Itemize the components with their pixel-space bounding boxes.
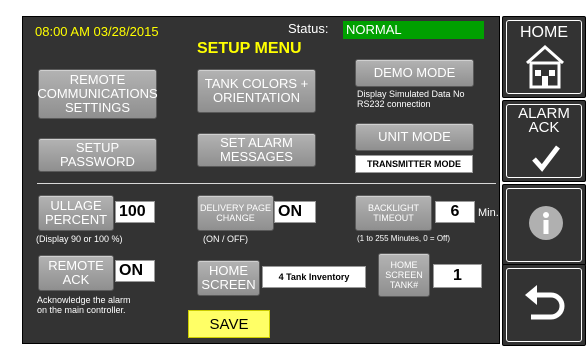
divider	[37, 183, 496, 184]
remote-communications-button[interactable]: REMOTE COMMUNICATIONS SETTINGS	[37, 69, 158, 119]
home-screen-tank-value[interactable]: 1	[433, 264, 482, 288]
save-button[interactable]: SAVE	[188, 310, 270, 338]
ullage-value[interactable]: 100	[115, 201, 155, 223]
back-arrow-icon	[525, 285, 565, 320]
set-alarm-messages-button[interactable]: SET ALARM MESSAGES	[197, 133, 316, 167]
unit-mode-value[interactable]: TRANSMITTER MODE	[355, 155, 473, 173]
tank-colors-button[interactable]: TANK COLORS + ORIENTATION	[197, 69, 316, 113]
unit-mode-button[interactable]: UNIT MODE	[355, 123, 474, 151]
checkmark-icon	[532, 145, 560, 172]
remote-ack-value[interactable]: ON	[115, 260, 155, 282]
page-title: SETUP MENU	[197, 40, 302, 57]
backlight-note: (1 to 255 Minutes, 0 = Off)	[357, 234, 451, 243]
minutes-unit: Min.	[478, 207, 499, 219]
back-button[interactable]	[502, 264, 586, 346]
delivery-value[interactable]: ON	[274, 201, 316, 223]
datetime: 08:00 AM 03/28/2015	[35, 24, 159, 39]
demo-mode-note: Display Simulated Data No RS232 connecti…	[357, 89, 465, 109]
status-label: Status:	[288, 21, 329, 36]
home-screen-value[interactable]: 4 Tank Inventory	[262, 266, 366, 288]
demo-mode-button[interactable]: DEMO MODE	[355, 59, 474, 87]
info-button[interactable]	[502, 184, 586, 266]
remote-ack-button[interactable]: REMOTE ACK	[38, 255, 114, 291]
alarm-ack-label: ALARM ACK	[518, 105, 570, 136]
delivery-note: (ON / OFF)	[203, 234, 248, 244]
remote-ack-note: Acknowledge the alarm on the main contro…	[37, 295, 131, 315]
setup-panel: 08:00 AM 03/28/2015 Status: NORMAL SETUP…	[22, 16, 500, 344]
home-screen-tank-button[interactable]: HOME SCREEN TANK#	[378, 253, 430, 297]
home-button[interactable]: HOME	[502, 16, 586, 98]
ullage-percent-button[interactable]: ULLAGE PERCENT	[38, 195, 114, 231]
home-label: HOME	[520, 24, 568, 41]
home-screen-button[interactable]: HOME SCREEN	[197, 260, 260, 296]
info-icon	[529, 206, 563, 240]
status-value: NORMAL	[343, 21, 484, 39]
ullage-note: (Display 90 or 100 %)	[36, 234, 123, 244]
house-icon	[526, 44, 564, 89]
backlight-timeout-button[interactable]: BACKLIGHT TIMEOUT	[355, 195, 432, 231]
setup-password-button[interactable]: SETUP PASSWORD	[38, 138, 157, 172]
alarm-ack-button[interactable]: ALARM ACK	[502, 100, 586, 182]
backlight-value[interactable]: 6	[435, 201, 475, 223]
delivery-page-change-button[interactable]: DELIVERY PAGE CHANGE	[197, 195, 274, 231]
